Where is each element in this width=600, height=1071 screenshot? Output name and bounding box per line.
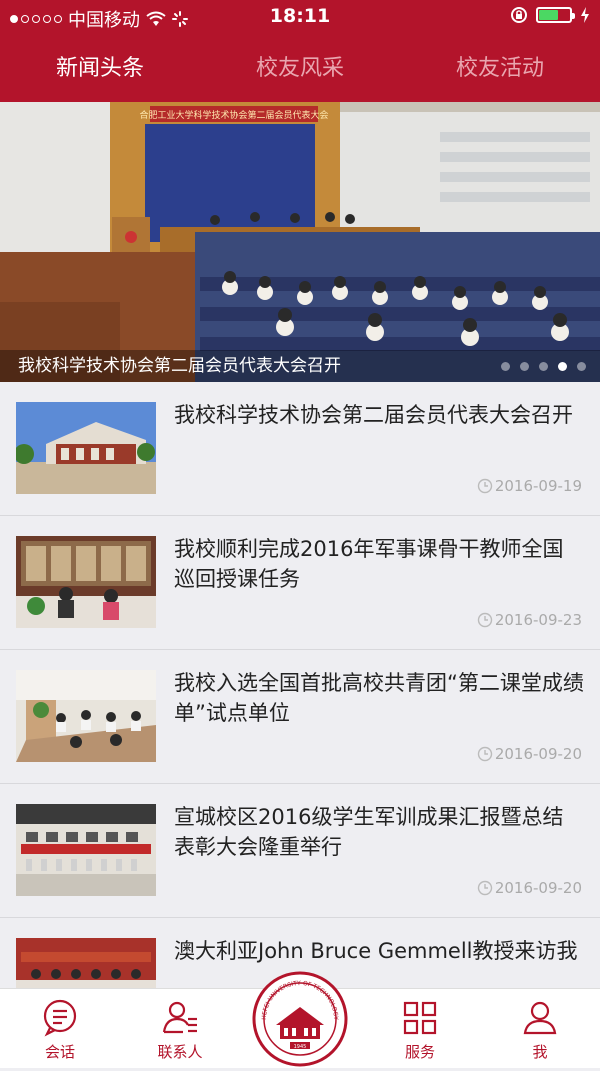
clock-icon (477, 612, 493, 628)
category-tabs: 新闻头条 校友风采 校友活动 (0, 44, 600, 94)
news-date-text: 2016-09-23 (494, 611, 582, 629)
pager-dot-active[interactable] (558, 362, 567, 371)
news-item[interactable]: 宣城校区2016级学生军训成果汇报暨总结表彰大会隆重举行 2016-09-20 (0, 784, 600, 918)
banner-carousel[interactable]: 合肥工业大学科学技术协会第二届会员代表大会 我校科学技术协会第二届会员代表大会召… (0, 102, 600, 382)
charging-icon (581, 7, 589, 23)
news-title: 我校入选全国首批高校共青团“第二课堂成绩单”试点单位 (174, 671, 584, 725)
news-item[interactable]: 我校入选全国首批高校共青团“第二课堂成绩单”试点单位 2016-09-20 (0, 650, 600, 784)
contacts-icon (162, 1001, 197, 1034)
news-date-text: 2016-09-20 (494, 745, 582, 763)
news-item[interactable]: 我校顺利完成2016年军事课骨干教师全国巡回授课任务 2016-09-23 (0, 516, 600, 650)
banner-image: 合肥工业大学科学技术协会第二届会员代表大会 (0, 102, 600, 382)
news-thumbnail (16, 402, 156, 494)
rotation-lock-icon (511, 7, 527, 23)
university-seal-logo[interactable]: 1945 HEFEI UNIVERSITY OF TECHNOLOGY (252, 971, 348, 1067)
news-item[interactable]: 我校科学技术协会第二届会员代表大会召开 2016-09-19 (0, 382, 600, 516)
grid-icon (403, 1001, 437, 1035)
battery-icon (536, 7, 575, 23)
nav-contacts-label: 联系人 (157, 1043, 203, 1061)
news-date-text: 2016-09-19 (494, 477, 582, 495)
chat-icon (43, 999, 77, 1037)
tab-alumni-activities[interactable]: 校友活动 (400, 44, 600, 94)
news-thumbnail (16, 536, 156, 628)
nav-chat-label: 会话 (44, 1043, 75, 1061)
nav-me[interactable]: 我 (490, 999, 590, 1062)
news-date: 2016-09-19 (477, 477, 582, 495)
news-list: 我校科学技术协会第二届会员代表大会召开 2016-09-19 我校顺利完成201… (0, 382, 600, 1052)
news-date-text: 2016-09-20 (494, 879, 582, 897)
clock-icon (477, 746, 493, 762)
news-title: 宣城校区2016级学生军训成果汇报暨总结表彰大会隆重举行 (174, 805, 564, 859)
tab-headlines[interactable]: 新闻头条 (0, 44, 200, 94)
bottom-nav: 会话 联系人 1945 HEFEI UNIVERSITY OF TECHNOLO… (0, 971, 600, 1068)
news-date: 2016-09-20 (477, 745, 582, 763)
nav-chat[interactable]: 会话 (10, 999, 110, 1062)
news-title: 澳大利亚John Bruce Gemmell教授来访我 (174, 939, 578, 963)
seal-year: 1945 (294, 1044, 307, 1050)
status-bar: 中国移动 18:11 (0, 0, 600, 34)
pager-dot[interactable] (520, 362, 529, 371)
tab-alumni-profiles[interactable]: 校友风采 (200, 44, 400, 94)
news-title: 我校顺利完成2016年军事课骨干教师全国巡回授课任务 (174, 537, 564, 591)
clock-icon (477, 880, 493, 896)
app-header: 中国移动 18:11 新闻头条 校友风采 校友活动 (0, 0, 600, 102)
clock-icon (477, 478, 493, 494)
nav-services-label: 服务 (404, 1043, 435, 1061)
user-icon (523, 1001, 557, 1035)
news-thumbnail (16, 670, 156, 762)
pager-dot[interactable] (539, 362, 548, 371)
nav-contacts[interactable]: 联系人 (130, 999, 230, 1062)
news-title: 我校科学技术协会第二届会员代表大会召开 (174, 403, 573, 427)
pager-dot[interactable] (577, 362, 586, 371)
nav-services[interactable]: 服务 (370, 999, 470, 1062)
nav-me-label: 我 (532, 1043, 548, 1061)
news-thumbnail (16, 804, 156, 896)
carousel-pager[interactable] (501, 362, 586, 371)
pager-dot[interactable] (501, 362, 510, 371)
news-date: 2016-09-23 (477, 611, 582, 629)
banner-sign-text: 合肥工业大学科学技术协会第二届会员代表大会 (139, 109, 328, 121)
news-date: 2016-09-20 (477, 879, 582, 897)
